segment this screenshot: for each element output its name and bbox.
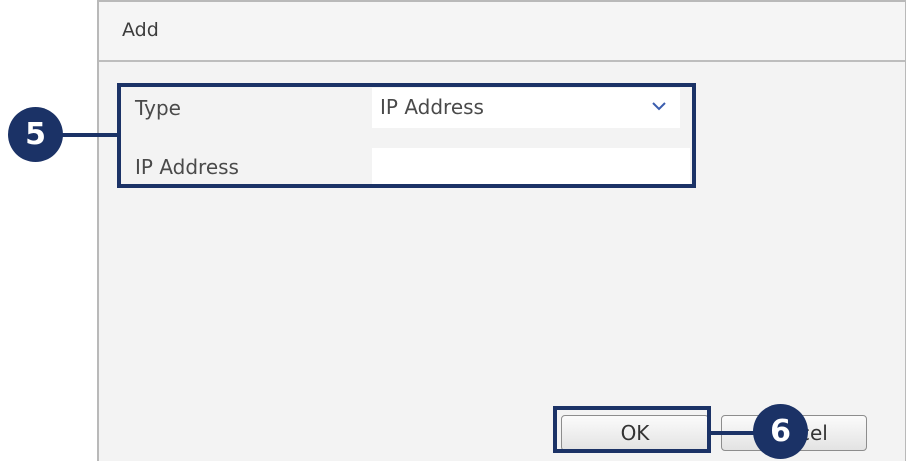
screenshot-stage: Add Type IP Address IP Address OK Cancel… xyxy=(0,0,906,461)
callout-5-connector xyxy=(60,133,118,137)
dialog-title-bar: Add xyxy=(99,2,905,62)
dialog-title: Add xyxy=(122,19,159,41)
callout-6-badge: 6 xyxy=(753,404,808,459)
callout-5-highlight-box xyxy=(117,83,696,188)
callout-5-badge: 5 xyxy=(8,107,63,162)
callout-6-highlight-box xyxy=(553,406,711,453)
add-dialog: Add Type IP Address IP Address OK Cancel xyxy=(97,0,906,461)
